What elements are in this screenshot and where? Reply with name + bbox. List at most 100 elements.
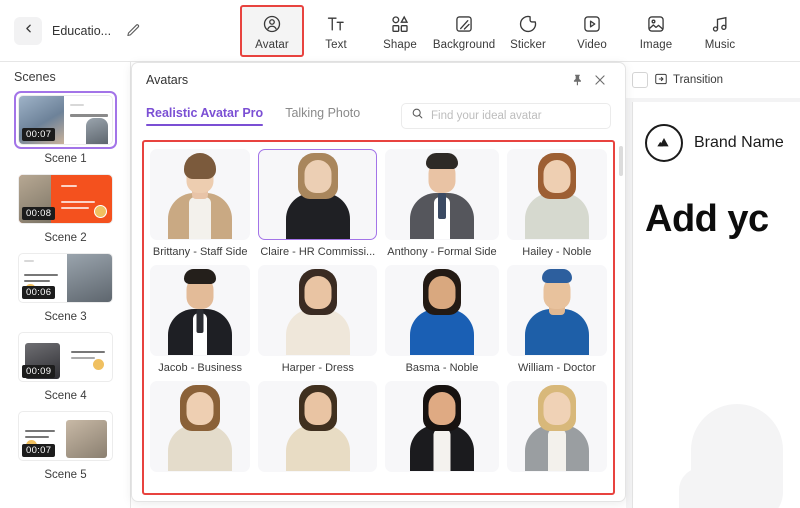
scrollbar-thumb[interactable] [619,146,623,176]
scene-item[interactable]: 00:06 Scene 3 [0,246,130,325]
avatar-card[interactable]: Claire - HR Commissi... [258,149,378,258]
scene-label: Scene 5 [44,469,87,481]
avatar-thumbnail[interactable] [258,149,378,240]
avatars-panel-header: Avatars [132,63,625,97]
back-button[interactable] [14,16,42,45]
scene-thumbnail[interactable]: 00:07 [14,407,117,465]
tool-music[interactable]: Music [688,5,752,57]
tab-talking-photo[interactable]: Talking Photo [285,106,360,126]
avatar-thumbnail[interactable] [150,265,251,356]
scene-duration: 00:08 [22,207,56,220]
avatar-name: Anthony - Formal Side [387,246,497,258]
tool-image[interactable]: Image [624,5,688,57]
scene-duration: 00:06 [22,286,56,299]
scene-thumbnail-art: 00:07 [18,95,113,145]
pin-icon[interactable] [567,69,589,91]
avatar-name: Basma - Noble [405,362,479,374]
brand-name: Brand Name [694,134,784,151]
scenes-title: Scenes [14,70,56,84]
mountain-logo-icon [645,124,683,162]
avatars-panel-tabs: Realistic Avatar Pro Talking Photo [132,97,625,135]
scene-item[interactable]: 00:07 Scene 5 [0,404,130,483]
avatar-thumbnail[interactable] [258,381,378,472]
scene-thumbnail-art: 00:08 [18,174,113,224]
avatar-card[interactable]: Harper - Dress [258,265,378,374]
scene-thumbnail-art: 00:09 [18,332,113,382]
avatar-search[interactable] [401,103,611,129]
tool-label: Background [432,38,496,51]
avatar-name: Jacob - Business [158,362,243,374]
tab-realistic-avatar-pro[interactable]: Realistic Avatar Pro [146,106,264,126]
tool-video[interactable]: Video [560,5,624,57]
avatar-name: Harper - Dress [281,362,354,374]
search-icon [411,107,424,125]
transition-icon [654,72,668,89]
tool-label: Music [704,38,736,51]
canvas-options-bar: Transition [626,62,800,98]
scene-thumbnail[interactable]: 00:08 [14,170,117,228]
scene-label: Scene 2 [44,232,87,244]
scene-thumbnail[interactable]: 00:09 [14,328,117,386]
video-editor-app: Educatio... Avatar Text Shape Background… [0,0,800,508]
scene-thumbnail[interactable]: 00:07 [14,91,117,149]
option-checkbox[interactable] [632,72,648,88]
avatar-thumbnail[interactable] [506,265,607,356]
shape-icon [388,12,412,36]
scene-item[interactable]: 00:09 Scene 4 [0,325,130,404]
video-icon [580,12,604,36]
avatar-card[interactable]: Brittany - Staff Side [150,149,251,258]
avatar-card[interactable] [385,381,499,478]
tool-label: Video [577,38,607,51]
avatar-card[interactable]: William - Doctor [506,265,607,374]
search-input[interactable] [431,110,601,122]
avatar-card[interactable] [506,381,607,478]
scene-canvas[interactable]: Brand Name Add yc [632,102,800,508]
scenes-sidebar: Scenes 00:07 Scene 1 00:08 Scene 2 00:06… [0,62,131,508]
avatar-name: William - Doctor [518,362,596,374]
avatars-scrollbar[interactable] [619,141,623,491]
tool-sticker[interactable]: Sticker [496,5,560,57]
scene-thumbnail-art: 00:06 [18,253,113,303]
avatar-thumbnail[interactable] [506,149,607,240]
avatar-thumbnail[interactable] [385,149,499,240]
avatar-thumbnail[interactable] [385,265,499,356]
avatar-card[interactable] [258,381,378,478]
canvas-headline: Add yc [645,198,769,240]
tool-avatar[interactable]: Avatar [240,4,304,57]
tool-text[interactable]: Text [304,5,368,57]
avatar-name: Brittany - Staff Side [152,246,248,258]
text-icon [324,12,348,36]
canvas-area: Transition Brand Name Add yc [626,62,800,508]
tool-label: Avatar [255,38,289,51]
scene-label: Scene 4 [44,390,87,402]
avatar-card[interactable]: Jacob - Business [150,265,251,374]
avatar-thumbnail[interactable] [150,381,251,472]
brand-row: Brand Name [633,102,800,162]
background-icon [452,12,476,36]
avatars-grid-highlight: Brittany - Staff Side Claire - HR Commis… [142,140,615,495]
avatar-card[interactable]: Anthony - Formal Side [385,149,499,258]
transition-button[interactable]: Transition [654,72,723,89]
avatar-card[interactable]: Basma - Noble [385,265,499,374]
avatar-card[interactable] [150,381,251,478]
avatar-thumbnail[interactable] [258,265,378,356]
close-icon[interactable] [589,69,611,91]
avatars-panel: Avatars Realistic Avatar Pro Talking Pho… [131,62,626,502]
scene-item[interactable]: 00:08 Scene 2 [0,167,130,246]
sticker-icon [516,12,540,36]
pencil-icon[interactable] [123,21,143,41]
avatar-card[interactable]: Hailey - Noble [506,149,607,258]
image-icon [644,12,668,36]
scene-thumbnail[interactable]: 00:06 [14,249,117,307]
avatar-placeholder-silhouette [679,404,783,508]
project-title[interactable]: Educatio... [52,24,111,38]
avatar-thumbnail[interactable] [506,381,607,472]
avatar-thumbnail[interactable] [150,149,251,240]
avatar-thumbnail[interactable] [385,381,499,472]
scene-item[interactable]: 00:07 Scene 1 [0,88,130,167]
tool-background[interactable]: Background [432,5,496,57]
top-toolbar: Educatio... Avatar Text Shape Background… [0,0,800,62]
thumb-text-side [63,96,112,144]
project-header: Educatio... [0,16,240,45]
tool-shape[interactable]: Shape [368,5,432,57]
